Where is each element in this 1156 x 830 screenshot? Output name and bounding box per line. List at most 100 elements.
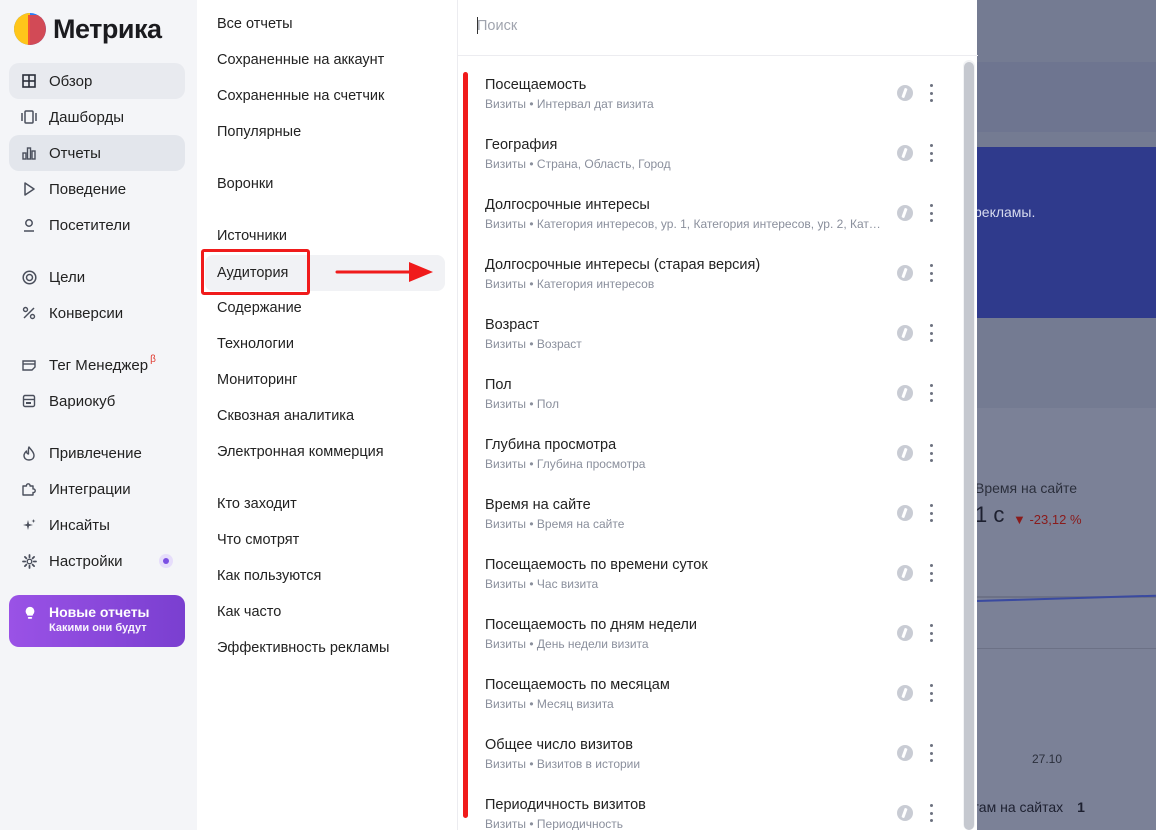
category-item[interactable]: Электронная коммерция [217, 444, 384, 460]
category-item[interactable]: Все отчеты [217, 16, 293, 32]
report-item[interactable]: Время на сайте Визиты • Время на сайте [485, 497, 955, 547]
search-input[interactable] [477, 14, 957, 38]
report-info-icon[interactable] [897, 565, 913, 581]
report-title: География [485, 137, 558, 153]
sparkle-icon [21, 517, 37, 533]
report-item[interactable]: Глубина просмотра Визиты • Глубина просмо… [485, 437, 955, 487]
more-menu-icon[interactable] [925, 144, 937, 162]
more-menu-icon[interactable] [925, 84, 937, 102]
report-title: Долгосрочные интересы [485, 197, 650, 213]
report-title: Возраст [485, 317, 540, 333]
category-item[interactable]: Источники [217, 228, 287, 244]
category-item[interactable]: Мониторинг [217, 372, 297, 388]
category-item[interactable]: Воронки [217, 176, 273, 192]
report-title: Пол [485, 377, 512, 393]
report-item[interactable]: Посещаемость по времени суток Визиты • Ча… [485, 557, 955, 607]
dimmed-dashboard: рекламы. Время на сайте 1 с ▼ -23,12 % 2… [977, 0, 1156, 830]
percent-icon [21, 305, 37, 321]
more-menu-icon[interactable] [925, 264, 937, 282]
report-info-icon[interactable] [897, 325, 913, 341]
annotation-highlight-box [201, 249, 310, 295]
category-item[interactable]: Кто заходит [217, 496, 297, 512]
nav-item-label: Поведение [49, 180, 127, 198]
report-info-icon[interactable] [897, 505, 913, 521]
new-reports-promo[interactable]: Новые отчеты Какими они будут [9, 595, 185, 647]
nav-item-behavior[interactable]: Поведение [9, 171, 185, 207]
report-title: Периодичность визитов [485, 797, 646, 813]
nav-item-acquisition[interactable]: Привлечение [9, 435, 185, 471]
more-menu-icon[interactable] [925, 684, 937, 702]
report-item[interactable]: Общее число визитов Визиты • Визитов в ис… [485, 737, 955, 787]
more-menu-icon[interactable] [925, 804, 937, 822]
sidebar: Метрика Обзор Дашборды Отчеты Поведение [0, 0, 197, 830]
report-info-icon[interactable] [897, 85, 913, 101]
nav-item-label: Вариокуб [49, 392, 116, 410]
nav-item-overview[interactable]: Обзор [9, 63, 185, 99]
more-menu-icon[interactable] [925, 324, 937, 342]
report-item[interactable]: Посещаемость по месяцам Визиты • Месяц ви… [485, 677, 955, 727]
report-item[interactable]: Возраст Визиты • Возраст [485, 317, 955, 367]
report-info-icon[interactable] [897, 685, 913, 701]
divider [977, 648, 1156, 649]
category-item[interactable]: Содержание [217, 300, 302, 316]
scrollbar-thumb[interactable] [964, 62, 974, 830]
flame-icon [21, 445, 37, 461]
category-item[interactable]: Сохраненные на аккаунт [217, 52, 384, 68]
more-menu-icon[interactable] [925, 564, 937, 582]
report-info-icon[interactable] [897, 805, 913, 821]
report-item[interactable]: Посещаемость по дням недели Визиты • День… [485, 617, 955, 667]
nav-item-label: Настройки [49, 552, 123, 570]
category-item[interactable]: Сквозная аналитика [217, 408, 354, 424]
nav-item-variocube[interactable]: Вариокуб [9, 383, 185, 419]
report-subtitle: Визиты • Месяц визита [485, 697, 614, 711]
category-item[interactable]: Популярные [217, 124, 301, 140]
more-menu-icon[interactable] [925, 744, 937, 762]
report-info-icon[interactable] [897, 145, 913, 161]
nav-item-reports[interactable]: Отчеты [9, 135, 185, 171]
category-item[interactable]: Сохраненные на счетчик [217, 88, 384, 104]
report-title: Глубина просмотра [485, 437, 617, 453]
category-item[interactable]: Что смотрят [217, 532, 299, 548]
report-item[interactable]: География Визиты • Страна, Область, Город [485, 137, 955, 187]
nav-item-dashboards[interactable]: Дашборды [9, 99, 185, 135]
more-menu-icon[interactable] [925, 204, 937, 222]
report-subtitle: Визиты • Категория интересов [485, 277, 655, 291]
report-info-icon[interactable] [897, 385, 913, 401]
nav-item-integrations[interactable]: Интеграции [9, 471, 185, 507]
report-info-icon[interactable] [897, 265, 913, 281]
category-item[interactable]: Эффективность рекламы [217, 640, 389, 656]
nav-item-goals[interactable]: Цели [9, 259, 185, 295]
more-menu-icon[interactable] [925, 624, 937, 642]
more-menu-icon[interactable] [925, 504, 937, 522]
report-item[interactable]: Долгосрочные интересы (старая версия) Виз… [485, 257, 955, 307]
bottom-stat: гам на сайтах 1 [977, 799, 1085, 815]
nav-item-settings[interactable]: Настройки [9, 543, 185, 579]
nav-item-visitors[interactable]: Посетители [9, 207, 185, 243]
report-subtitle: Визиты • Глубина просмотра [485, 457, 646, 471]
report-info-icon[interactable] [897, 745, 913, 761]
report-title: Посещаемость по дням недели [485, 617, 697, 633]
nav-item-label: Конверсии [49, 304, 124, 322]
report-item[interactable]: Пол Визиты • Пол [485, 377, 955, 427]
report-item[interactable]: Посещаемость Визиты • Интервал дат визита [485, 77, 955, 127]
nav-item-conversions[interactable]: Конверсии [9, 295, 185, 331]
category-item[interactable]: Как часто [217, 604, 281, 620]
report-item[interactable]: Периодичность визитов Визиты • Периодично… [485, 797, 955, 830]
report-info-icon[interactable] [897, 445, 913, 461]
logo[interactable]: Метрика [14, 12, 162, 46]
category-item[interactable]: Технологии [217, 336, 294, 352]
report-item[interactable]: Долгосрочные интересы Визиты • Категория … [485, 197, 955, 247]
bar-chart-icon [21, 145, 37, 161]
nav-item-tag-manager[interactable]: Тег Менеджер β [9, 347, 185, 383]
nav-item-insights[interactable]: Инсайты [9, 507, 185, 543]
grid-icon [21, 73, 37, 89]
more-menu-icon[interactable] [925, 444, 937, 462]
category-item[interactable]: Как пользуются [217, 568, 321, 584]
main-nav: Обзор Дашборды Отчеты Поведение Посетите… [9, 63, 185, 579]
report-info-icon[interactable] [897, 625, 913, 641]
report-title: Долгосрочные интересы (старая версия) [485, 257, 761, 273]
report-info-icon[interactable] [897, 205, 913, 221]
report-title: Время на сайте [485, 497, 591, 513]
nav-item-label: Обзор [49, 72, 93, 90]
more-menu-icon[interactable] [925, 384, 937, 402]
